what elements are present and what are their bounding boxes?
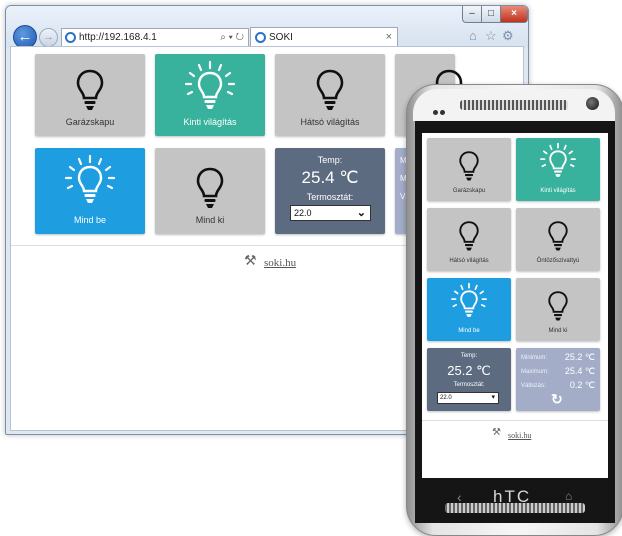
- tile-label: Hátsó világítás: [300, 117, 360, 127]
- phone-screen: Garázskapu Kinti világítás Hátsó világít…: [422, 133, 608, 478]
- tile-label: Mind be: [73, 215, 107, 225]
- bottom-speaker-grill: [445, 503, 585, 513]
- phone-top-bezel: [413, 89, 615, 121]
- tile-garage[interactable]: Garázskapu: [35, 54, 145, 136]
- tile-garage[interactable]: Garázskapu: [427, 138, 511, 201]
- tile-label: Mind be: [458, 328, 480, 334]
- tile-irrigation[interactable]: Öntözőszivattyú: [516, 208, 600, 271]
- thermostat-label: Termosztát:: [453, 382, 485, 388]
- star-icon[interactable]: ☆: [485, 28, 497, 44]
- chevron-down-icon: ▾: [491, 394, 495, 401]
- tile-all-on[interactable]: Mind be: [427, 278, 511, 341]
- phone-navbar: ‹ hTC ⌂: [415, 479, 615, 523]
- address-url: http://192.168.4.1: [79, 32, 157, 43]
- tile-all-off[interactable]: Mind ki: [155, 148, 265, 234]
- ie-icon: [255, 32, 266, 43]
- forward-button[interactable]: →: [39, 28, 58, 47]
- tab-soki[interactable]: SOKI ×: [250, 27, 398, 47]
- setpoint-value: 22.0: [440, 395, 452, 401]
- tile-all-on[interactable]: Mind be: [35, 148, 145, 234]
- stat-label: Változás:: [521, 383, 546, 389]
- thermostat-select[interactable]: 22.0 ▾: [437, 392, 499, 404]
- tile-back-light[interactable]: Hátsó világítás: [427, 208, 511, 271]
- temp-label: Temp:: [460, 353, 478, 359]
- maximize-button[interactable]: □: [481, 6, 501, 23]
- chevron-down-icon: ⌄: [356, 207, 366, 219]
- thermostat-select[interactable]: 22.0 ⌄: [290, 205, 371, 221]
- temp-value: 25.2 ℃: [447, 363, 491, 378]
- stat-value: 25.4 ℃: [564, 366, 595, 376]
- bulb-off-icon: [196, 167, 224, 208]
- tile-label: Mind ki: [195, 215, 225, 225]
- temp-label: Temp:: [317, 155, 343, 165]
- tab-title: SOKI: [269, 32, 293, 43]
- tile-label: Hátsó világítás: [449, 258, 489, 264]
- home-icon[interactable]: ⌂: [469, 28, 477, 43]
- divider: [422, 420, 608, 421]
- bulb-on-icon: [184, 60, 236, 109]
- bulb-off-icon: [459, 221, 479, 251]
- stat-label: Maximum:: [521, 369, 549, 375]
- bulb-on-icon: [64, 154, 116, 203]
- wrench-icon: ⚒: [492, 427, 501, 438]
- minimize-button[interactable]: –: [462, 6, 482, 23]
- address-bar[interactable]: http://192.168.4.1 ⌕ ▾ ↻: [61, 28, 249, 47]
- address-tools[interactable]: ⌕ ▾ ↻: [220, 29, 244, 46]
- tile-label: Garázskapu: [65, 117, 115, 127]
- bulb-off-icon: [548, 291, 568, 321]
- bulb-off-icon: [76, 69, 104, 110]
- bulb-on-icon: [540, 142, 576, 177]
- camera-icon: [586, 97, 599, 110]
- stat-label: Minimum:: [521, 355, 548, 361]
- phone-body: Garázskapu Kinti világítás Hátsó világít…: [415, 121, 615, 523]
- tile-outdoor-light[interactable]: Kinti világítás: [516, 138, 600, 201]
- tab-close-icon[interactable]: ×: [386, 28, 392, 47]
- bulb-off-icon: [459, 151, 479, 181]
- wrench-icon: ⚒: [244, 252, 257, 268]
- tile-label: Mind ki: [548, 328, 568, 334]
- close-button[interactable]: ×: [500, 6, 528, 23]
- refresh-icon[interactable]: ↻: [551, 391, 563, 408]
- speaker-grill: [460, 100, 568, 110]
- ie-icon: [65, 32, 76, 43]
- setpoint-value: 22.0: [294, 208, 312, 218]
- bulb-off-icon: [316, 69, 344, 110]
- tile-label: Kinti világítás: [540, 188, 576, 194]
- tile-thermostat: Temp: 25.4 ℃ Termosztát: 22.0 ⌄: [275, 148, 385, 234]
- tile-label: Kinti világítás: [183, 117, 237, 127]
- gear-icon[interactable]: ⚙: [502, 28, 514, 44]
- tile-back-light[interactable]: Hátsó világítás: [275, 54, 385, 136]
- temp-value: 25.4 ℃: [301, 168, 359, 187]
- bulb-on-icon: [451, 282, 487, 317]
- tile-all-off[interactable]: Mind ki: [516, 278, 600, 341]
- tile-label: Garázskapu: [452, 188, 486, 194]
- tile-stats: Minimum: 25.2 ℃ Maximum: 25.4 ℃ Változás…: [516, 348, 600, 411]
- tile-outdoor-light[interactable]: Kinti világítás: [155, 54, 265, 136]
- phone-device: Garázskapu Kinti világítás Hátsó világít…: [406, 84, 622, 536]
- thermostat-label: Termosztát:: [306, 192, 354, 202]
- tile-label: Öntözőszivattyú: [536, 258, 580, 264]
- phone-home-icon[interactable]: ⌂: [565, 489, 572, 503]
- bulb-off-icon: [548, 221, 568, 251]
- browser-titlebar: – □ × ← → http://192.168.4.1 ⌕ ▾ ↻ SOKI …: [6, 6, 528, 49]
- soki-link[interactable]: soki.hu: [508, 431, 531, 440]
- stat-value: 25.2 ℃: [564, 352, 595, 362]
- tile-thermostat: Temp: 25.2 ℃ Termosztát: 22.0 ▾: [427, 348, 511, 411]
- soki-link[interactable]: soki.hu: [264, 257, 296, 269]
- sensor-dots: [433, 102, 449, 115]
- stat-value: 0.2 ℃: [569, 380, 595, 390]
